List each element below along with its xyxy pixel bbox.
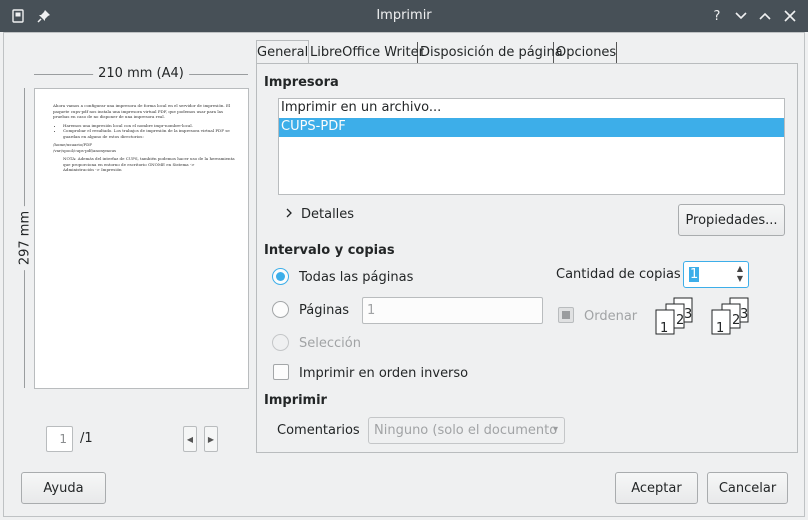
help-icon[interactable]: ? (707, 6, 727, 26)
prev-page-button[interactable]: ◀ (183, 426, 197, 452)
svg-text:3: 3 (684, 307, 692, 322)
collate-checkbox[interactable] (558, 307, 574, 323)
svg-text:3: 3 (740, 307, 748, 322)
all-pages-radio[interactable] (272, 268, 289, 285)
comments-label: Comentarios (277, 423, 360, 438)
preview-note: Administración -> Impresión (63, 167, 122, 172)
pages-input[interactable]: 1 (362, 297, 543, 324)
printer-section-title: Impresora (264, 75, 339, 90)
preview-line: /var/spool/cups-pdf/anonymous (53, 147, 117, 153)
svg-text:2: 2 (732, 313, 740, 328)
preview-paragraph: Ahora vamos a configurar una impresora d… (53, 103, 231, 119)
close-icon[interactable] (780, 6, 800, 26)
prev-arrow-icon: ◀ (186, 434, 194, 444)
copies-label: Cantidad de copias (556, 267, 681, 282)
help-button[interactable]: Ayuda (21, 472, 106, 504)
range-section-title: Intervalo y copias (264, 243, 395, 258)
svg-text:1: 1 (716, 321, 724, 336)
maximize-icon[interactable] (755, 6, 775, 26)
spin-arrows-icon[interactable]: ▲ ▼ (737, 264, 743, 284)
chevron-right-icon (285, 208, 301, 221)
collated-pages-icon: 3 2 1 (708, 296, 752, 336)
page-total: /1 (80, 431, 93, 446)
collated-pages-icon: 3 2 1 (652, 296, 696, 336)
print-section-title: Imprimir (264, 393, 327, 408)
title-bar: Imprimir ? (0, 0, 808, 32)
printer-item-file[interactable]: Imprimir en un archivo... (279, 99, 784, 118)
width-dimension: 210 mm (A4) (34, 66, 248, 84)
reverse-order-label[interactable]: Imprimir en orden inverso (299, 366, 468, 381)
copies-value[interactable]: 1 (689, 267, 700, 282)
window-title: Imprimir (376, 8, 432, 23)
selection-radio[interactable] (272, 334, 289, 351)
preview-note: NOTA: Además del interfaz de CUPS, tambi… (63, 156, 235, 167)
printer-item-cups-pdf[interactable]: CUPS-PDF (279, 118, 784, 137)
tab-options[interactable]: Opciones (556, 42, 617, 64)
copies-spinbox[interactable]: 1 ▲ ▼ (683, 261, 749, 288)
all-pages-label[interactable]: Todas las páginas (299, 270, 413, 285)
pages-label[interactable]: Páginas (299, 303, 349, 318)
selection-label: Selección (299, 336, 361, 351)
page-number-input[interactable]: 1 (46, 426, 73, 452)
printer-list[interactable]: Imprimir en un archivo... CUPS-PDF (278, 98, 785, 195)
details-label: Detalles (301, 207, 355, 222)
collate-label: Ordenar (584, 309, 638, 324)
tab-general[interactable]: General (256, 40, 309, 64)
page-preview: Ahora vamos a configurar una impresora d… (34, 88, 249, 389)
width-label: 210 mm (A4) (93, 66, 189, 81)
tab-page-layout[interactable]: Disposición de página (420, 42, 563, 64)
preview-bullet: Comprobar el resultado. Los trabajos de … (63, 128, 238, 139)
comments-select[interactable]: Ninguno (solo el documento ▾ (368, 417, 565, 444)
cancel-button[interactable]: Cancelar (707, 472, 788, 504)
comments-value: Ninguno (solo el documento (374, 423, 558, 438)
height-label: 297 mm (17, 205, 33, 271)
next-page-button[interactable]: ▶ (204, 426, 218, 452)
properties-button[interactable]: Propiedades... (678, 204, 785, 236)
height-dimension: 297 mm (14, 88, 36, 388)
svg-text:2: 2 (676, 313, 684, 328)
minimize-icon[interactable] (731, 6, 751, 26)
reverse-order-checkbox[interactable] (273, 364, 289, 380)
chevron-down-icon: ▾ (552, 424, 558, 435)
tab-libreoffice-writer[interactable]: LibreOffice Writer (310, 42, 424, 64)
pages-radio[interactable] (272, 301, 289, 318)
ok-button[interactable]: Aceptar (615, 472, 698, 504)
next-arrow-icon: ▶ (207, 434, 215, 444)
svg-text:1: 1 (660, 321, 668, 336)
details-expander[interactable]: Detalles (285, 207, 354, 222)
